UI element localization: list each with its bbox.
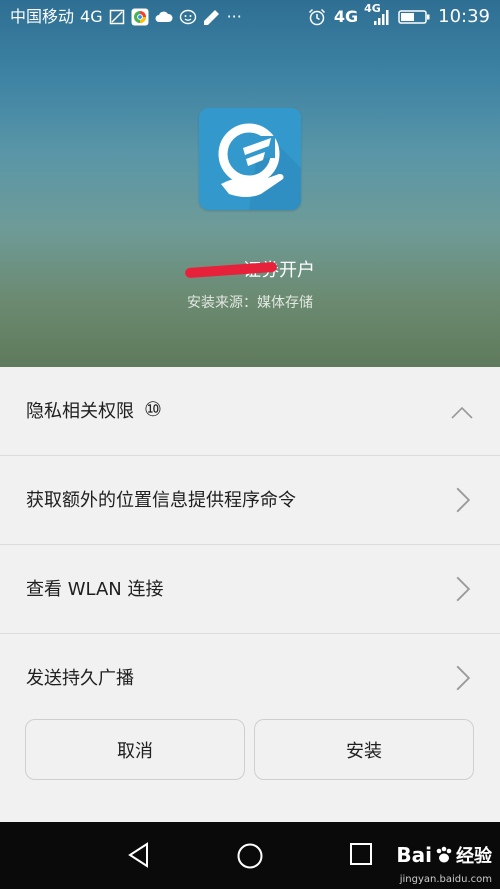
network-type: 4G bbox=[80, 7, 103, 26]
signal-icon: 4G bbox=[364, 3, 390, 26]
status-overflow: ··· bbox=[226, 7, 242, 26]
permissions-header-label: 隐私相关权限 ⑩ bbox=[26, 397, 164, 423]
paw-icon bbox=[436, 846, 452, 863]
network-type-right: 4G bbox=[333, 7, 359, 26]
watermark-brand-suffix: 经验 bbox=[456, 846, 492, 867]
back-icon[interactable] bbox=[127, 842, 151, 868]
chevron-right-icon bbox=[456, 665, 471, 691]
status-bar: 中国移动 4G ··· 4G 4G 10:39 bbox=[0, 0, 500, 36]
alarm-icon bbox=[308, 8, 326, 26]
permissions-header[interactable]: 隐私相关权限 ⑩ bbox=[0, 367, 500, 456]
watermark-brand: Bai bbox=[396, 843, 432, 867]
network-type-small: 4G bbox=[364, 2, 381, 15]
battery-icon bbox=[398, 9, 430, 25]
permission-item-label: 查看 WLAN 连接 bbox=[26, 579, 164, 600]
permission-item[interactable]: 获取额外的位置信息提供程序命令 bbox=[0, 456, 500, 545]
permission-item[interactable]: 发送持久广播 bbox=[0, 634, 500, 723]
chevron-right-icon bbox=[456, 576, 471, 602]
recents-icon[interactable] bbox=[349, 842, 373, 866]
install-button[interactable]: 安装 bbox=[254, 719, 474, 780]
permission-item-label: 发送持久广播 bbox=[26, 668, 134, 689]
clock: 10:39 bbox=[438, 6, 490, 27]
navigation-bar: Bai 经验 jingyan.baidu.com bbox=[0, 822, 500, 889]
status-left: 中国移动 4G ··· bbox=[10, 7, 242, 27]
browser-app-icon bbox=[131, 8, 149, 26]
watermark-url: jingyan.baidu.com bbox=[399, 874, 492, 885]
install-source: 安装来源：媒体存储 bbox=[187, 295, 313, 311]
home-icon[interactable] bbox=[236, 842, 264, 870]
permission-item-label: 获取额外的位置信息提供程序命令 bbox=[26, 490, 296, 511]
carrier-name: 中国移动 bbox=[10, 7, 75, 26]
app-name: 证券开户 bbox=[0, 256, 500, 282]
face-icon bbox=[179, 9, 197, 25]
app-logo-icon bbox=[199, 108, 301, 210]
permissions-header-text: 隐私相关权限 bbox=[26, 401, 134, 422]
status-right: 4G 4G 10:39 bbox=[308, 3, 490, 27]
permissions-count-badge: ⑩ bbox=[144, 397, 162, 421]
chevron-right-icon bbox=[456, 487, 471, 513]
cloud-icon bbox=[155, 10, 173, 24]
chevron-up-icon bbox=[451, 406, 473, 419]
cancel-button[interactable]: 取消 bbox=[25, 719, 245, 780]
watermark-logo: Bai 经验 bbox=[396, 842, 492, 868]
no-sim-icon bbox=[109, 9, 125, 25]
permission-item[interactable]: 查看 WLAN 连接 bbox=[0, 545, 500, 634]
brush-icon bbox=[203, 8, 221, 26]
